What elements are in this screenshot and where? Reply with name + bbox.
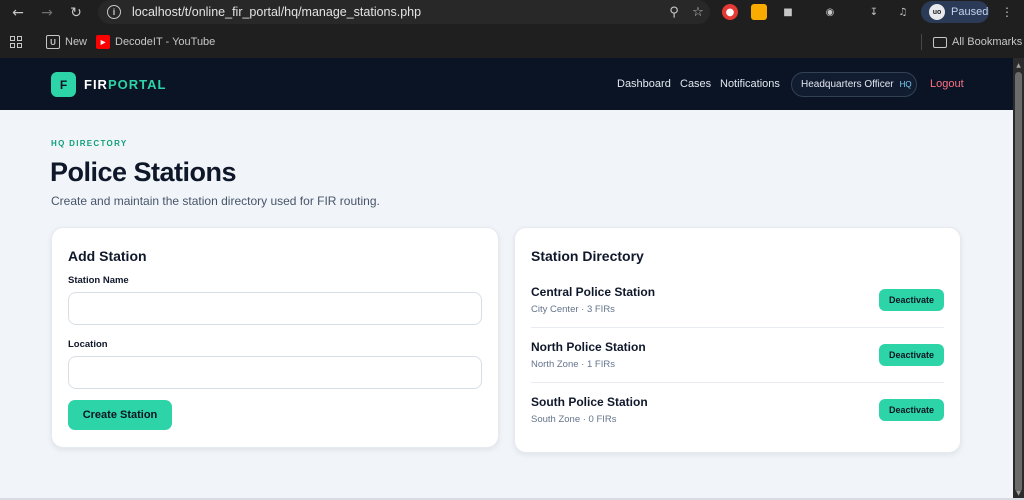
all-bookmarks[interactable]: All Bookmarks (933, 36, 1022, 48)
station-name-label: Station Name (68, 275, 129, 286)
profile-chip[interactable]: uo Paused (921, 1, 989, 23)
site-info-icon[interactable]: i (107, 5, 121, 19)
forward-icon[interactable]: → (33, 0, 61, 25)
create-station-button[interactable]: Create Station (68, 400, 172, 430)
download-icon[interactable]: ↧ (866, 4, 882, 20)
deactivate-button[interactable]: Deactivate (879, 344, 944, 366)
location-label: Location (68, 339, 108, 350)
nav-dashboard[interactable]: Dashboard (617, 78, 671, 90)
user-chip[interactable]: Headquarters Officer HQ (791, 72, 917, 97)
location-input[interactable] (68, 356, 482, 389)
zoom-icon[interactable]: ⚲ (662, 5, 686, 20)
youtube-icon: ▶ (96, 35, 110, 49)
bookmark-label: New (65, 36, 88, 48)
logo-text-part1: FIR (84, 77, 108, 92)
address-bar[interactable]: i localhost/t/online_fir_portal/hq/manag… (98, 0, 710, 24)
add-station-title: Add Station (68, 248, 147, 264)
apps-grid-icon[interactable] (10, 36, 22, 48)
station-name: South Police Station (531, 395, 648, 409)
user-name: Headquarters Officer (801, 79, 894, 90)
deactivate-button[interactable]: Deactivate (879, 399, 944, 421)
bookmarks-bar: U New ▶ DecodeIT - YouTube All Bookmarks (0, 30, 1024, 54)
page-subtitle: Create and maintain the station director… (51, 194, 380, 208)
logout-link[interactable]: Logout (930, 78, 964, 90)
incognito-extension-icon[interactable]: ◉ (822, 4, 838, 20)
station-directory-title: Station Directory (531, 248, 644, 264)
logo-mark[interactable]: F (51, 72, 76, 97)
profile-status: Paused (951, 6, 989, 18)
deactivate-button[interactable]: Deactivate (879, 289, 944, 311)
station-meta: City Center · 3 FIRs (531, 304, 615, 315)
media-control-icon[interactable]: ♫ (895, 4, 911, 20)
folder-icon (933, 36, 947, 48)
reload-icon[interactable]: ↻ (62, 0, 90, 25)
station-meta: North Zone · 1 FIRs (531, 359, 615, 370)
station-name: Central Police Station (531, 285, 656, 299)
logo-text[interactable]: FIRPORTAL (84, 77, 166, 92)
station-name: North Police Station (531, 340, 646, 354)
profile-avatar: uo (929, 4, 945, 20)
bookmark-label: DecodeIT - YouTube (115, 36, 216, 48)
logo-text-part2: PORTAL (107, 77, 167, 92)
station-name-input[interactable] (68, 292, 482, 325)
bookmark-decodeit[interactable]: ▶ DecodeIT - YouTube (96, 35, 215, 49)
scroll-thumb[interactable] (1015, 72, 1022, 492)
nav-cases[interactable]: Cases (680, 78, 711, 90)
bookmarks-divider (921, 34, 922, 50)
browser-menu-icon[interactable]: ⋮ (999, 4, 1015, 20)
browser-toolbar: ← → ↻ i localhost/t/online_fir_portal/hq… (0, 0, 1024, 25)
new-tab-favicon-icon: U (46, 35, 60, 49)
url-text: localhost/t/online_fir_portal/hq/manage_… (132, 5, 422, 19)
scroll-up-icon[interactable]: ▲ (1013, 60, 1024, 70)
all-bookmarks-label: All Bookmarks (952, 36, 1023, 48)
page-eyebrow: HQ DIRECTORY (51, 139, 128, 148)
extension-red-icon[interactable]: ● (722, 4, 738, 20)
bookmark-new[interactable]: U New (46, 35, 87, 49)
page-scrollbar[interactable]: ▲ ▼ (1013, 58, 1024, 500)
page-title: Police Stations (50, 157, 237, 187)
row-divider (531, 382, 944, 383)
nav-notifications[interactable]: Notifications (720, 78, 780, 90)
row-divider (531, 327, 944, 328)
station-meta: South Zone · 0 FIRs (531, 414, 617, 425)
user-role-badge: HQ (899, 80, 912, 89)
back-icon[interactable]: ← (4, 0, 32, 25)
scroll-down-icon[interactable]: ▼ (1013, 488, 1024, 498)
bookmark-star-icon[interactable]: ☆ (686, 5, 710, 20)
extension-yellow-icon[interactable] (751, 4, 767, 20)
extensions-puzzle-icon[interactable]: ■ (780, 4, 796, 20)
